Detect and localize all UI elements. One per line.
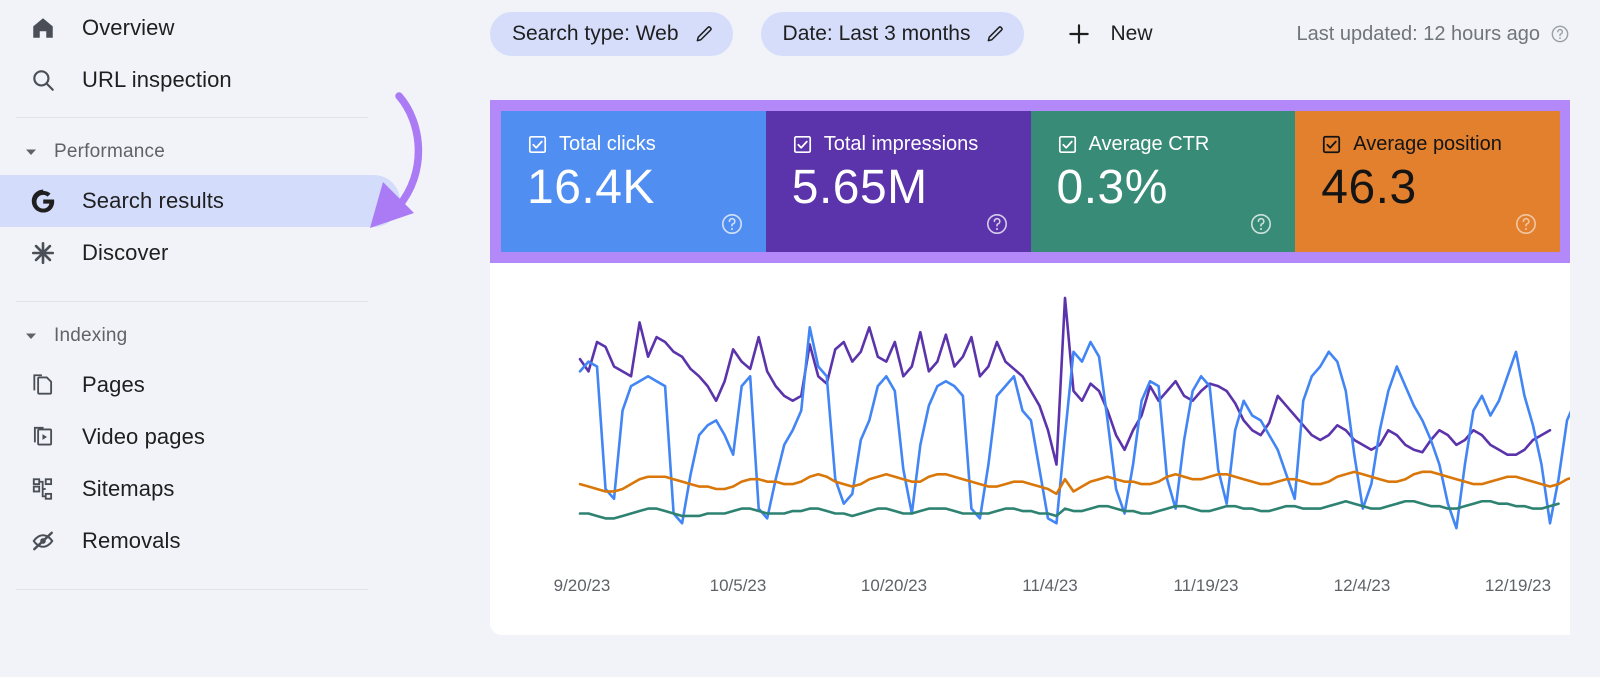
help-circle-icon[interactable] [985,212,1009,236]
last-updated-status: Last updated: 12 hours ago [1296,23,1570,46]
sidebar-group-performance[interactable]: Performance [0,129,470,175]
chart-line-average-position [580,501,1559,518]
sidebar-divider-2 [16,301,368,302]
chart-x-axis: 9/20/23 10/5/23 10/20/23 11/4/23 11/19/23 12/… [554,576,1551,595]
sidebar-group-label: Performance [54,141,165,162]
performance-chart[interactable]: 9/20/23 10/5/23 10/20/23 11/4/23 11/19/23 12/… [490,263,1570,635]
help-circle-icon[interactable] [1514,212,1538,236]
pages-icon [28,370,58,400]
checkbox-checked-icon[interactable] [527,134,548,155]
metric-card-average-ctr[interactable]: Average CTR 0.3% [1030,111,1296,252]
performance-chart-svg: 9/20/23 10/5/23 10/20/23 11/4/23 11/19/23 12/… [554,263,1570,595]
sidebar-item-label: URL inspection [82,67,232,92]
sidebar-divider-1 [16,117,368,118]
sidebar-item-url-inspection[interactable]: URL inspection [0,54,470,106]
sidebar-item-label: Video pages [82,424,206,449]
metric-card-header: Average CTR [1057,133,1296,156]
metric-card-total-clicks[interactable]: Total clicks 16.4K [501,111,766,252]
sidebar-item-pages[interactable]: Pages [0,359,470,411]
chevron-down-icon [20,325,42,347]
metric-card-total-impressions[interactable]: Total impressions 5.65M [765,111,1031,252]
google-g-icon [28,186,58,216]
chevron-down-icon [20,141,42,163]
sitemaps-icon [28,474,58,504]
chart-line-total-clicks [580,327,1570,528]
metric-cards: Total clicks 16.4K Total impressions 5.6… [501,111,1560,252]
metric-card-title: Average CTR [1088,133,1210,155]
chart-x-tick-label: 11/19/23 [1174,576,1239,595]
metric-cards-highlight-frame: Total clicks 16.4K Total impressions 5.6… [490,100,1570,263]
sidebar-divider-3 [16,589,368,590]
date-filter-label: Date: Last 3 months [782,22,971,45]
asterisk-icon [28,238,58,268]
sidebar-item-video-pages[interactable]: Video pages [0,411,470,463]
video-pages-icon [28,422,58,452]
last-updated-label: Last updated: 12 hours ago [1296,22,1540,45]
chart-x-tick-label: 12/4/23 [1334,576,1391,595]
metric-card-title: Average position [1353,133,1502,155]
new-filter-button[interactable]: New [1052,12,1166,56]
new-filter-label: New [1110,22,1153,45]
sidebar-item-label: Sitemaps [82,476,175,501]
sidebar: Overview URL inspection Performance Sear… [0,0,470,677]
sidebar-item-discover[interactable]: Discover [0,227,470,279]
sidebar-item-overview[interactable]: Overview [0,2,470,54]
metric-card-average-position[interactable]: Average position 46.3 [1295,111,1560,252]
metric-card-header: Total impressions [792,133,1031,156]
sidebar-item-label: Overview [82,15,175,40]
checkbox-checked-icon[interactable] [792,134,813,155]
sidebar-item-sitemaps[interactable]: Sitemaps [0,463,470,515]
chart-series-layer [580,298,1570,528]
chart-x-tick-label: 12/19/23 [1485,576,1551,595]
search-icon [28,65,58,95]
home-icon [28,13,58,43]
metric-card-value: 46.3 [1321,161,1417,214]
sidebar-item-removals[interactable]: Removals [0,515,470,567]
help-circle-icon[interactable] [720,212,744,236]
metric-card-value: 5.65M [791,161,928,214]
metric-card-title: Total impressions [823,133,979,155]
filter-toolbar: Search type: Web Date: Last 3 months New [490,0,1600,68]
metric-card-header: Total clicks [527,133,766,156]
help-circle-icon[interactable] [1249,212,1273,236]
chart-x-tick-label: 11/4/23 [1022,576,1077,595]
sidebar-item-label: Removals [82,528,181,553]
search-type-filter-chip[interactable]: Search type: Web [490,12,733,56]
sidebar-item-label: Pages [82,372,145,397]
help-circle-icon[interactable] [1550,24,1570,44]
metric-card-title: Total clicks [559,133,656,155]
pencil-icon[interactable] [984,23,1006,45]
metric-card-value: 16.4K [527,161,655,214]
checkbox-checked-icon[interactable] [1057,134,1078,155]
checkbox-checked-icon[interactable] [1321,134,1342,155]
sidebar-item-search-results[interactable]: Search results [0,175,400,227]
sidebar-group-indexing[interactable]: Indexing [0,313,470,359]
search-console-performance-page: Overview URL inspection Performance Sear… [0,0,1600,677]
pencil-icon[interactable] [693,23,715,45]
chart-x-tick-label: 10/5/23 [710,576,767,595]
sidebar-item-label: Discover [82,240,169,265]
sidebar-group-label: Indexing [54,325,128,346]
search-type-filter-label: Search type: Web [512,22,679,45]
plus-icon [1066,21,1092,47]
eye-off-icon [28,526,58,556]
metric-card-value: 0.3% [1056,161,1168,214]
date-filter-chip[interactable]: Date: Last 3 months [760,12,1025,56]
chart-x-tick-label: 9/20/23 [554,576,611,595]
metric-card-header: Average position [1321,133,1560,156]
sidebar-item-label: Search results [82,188,225,213]
chart-line-average-ctr [580,472,1570,494]
chart-x-tick-label: 10/20/23 [861,576,927,595]
